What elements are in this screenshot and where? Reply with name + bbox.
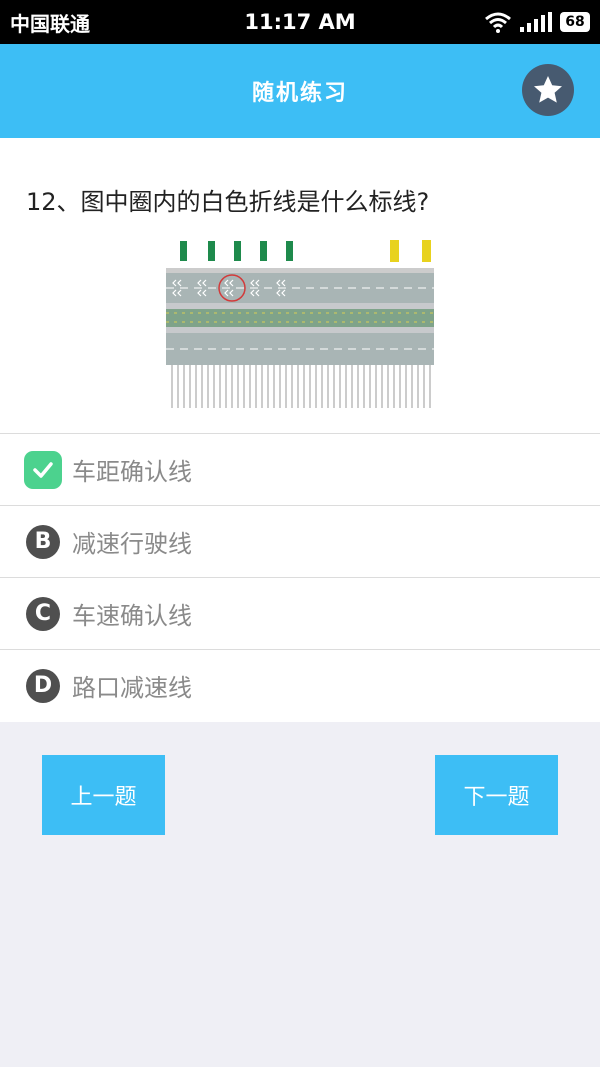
question-panel: 12、图中圈内的白色折线是什么标线? 车距确认线 B 减速行驶线 C 车速确认线… — [0, 138, 600, 722]
option-d-badge: D — [26, 668, 60, 703]
question-text: 12、图中圈内的白色折线是什么标线? — [26, 188, 430, 216]
favorite-button[interactable] — [522, 64, 574, 116]
navigation-bar: 上一题 下一题 — [0, 755, 600, 835]
option-d-text: 路口减速线 — [72, 674, 192, 702]
battery-level: 68 — [565, 14, 585, 30]
option-c-text: 车速确认线 — [72, 602, 192, 630]
carrier-name: 中国联通 — [10, 11, 90, 36]
answer-options: 车距确认线 B 减速行驶线 C 车速确认线 D 路口减速线 — [0, 433, 600, 721]
star-icon — [534, 76, 562, 103]
option-c[interactable]: C 车速确认线 — [0, 577, 600, 649]
option-b-badge: B — [26, 524, 60, 559]
wifi-icon — [485, 12, 511, 33]
option-b[interactable]: B 减速行驶线 — [0, 505, 600, 577]
app-header: 随机练习 — [0, 44, 600, 138]
option-a-text: 车距确认线 — [72, 458, 192, 486]
option-c-badge: C — [26, 596, 60, 631]
signal-icon — [520, 12, 552, 32]
prev-question-button[interactable]: 上一题 — [42, 755, 165, 835]
option-b-text: 减速行驶线 — [72, 530, 192, 558]
road-marking-image — [166, 238, 434, 410]
status-indicators: 68 — [440, 11, 590, 33]
option-d[interactable]: D 路口减速线 — [0, 649, 600, 721]
option-a[interactable]: 车距确认线 — [0, 433, 600, 505]
battery-icon: 68 — [560, 12, 590, 32]
status-time: 11:17 AM — [244, 10, 356, 34]
checkmark-icon — [24, 450, 62, 489]
next-question-button[interactable]: 下一题 — [435, 755, 558, 835]
page-title: 随机练习 — [251, 81, 348, 106]
status-bar: 中国联通 11:17 AM 68 — [0, 0, 600, 44]
